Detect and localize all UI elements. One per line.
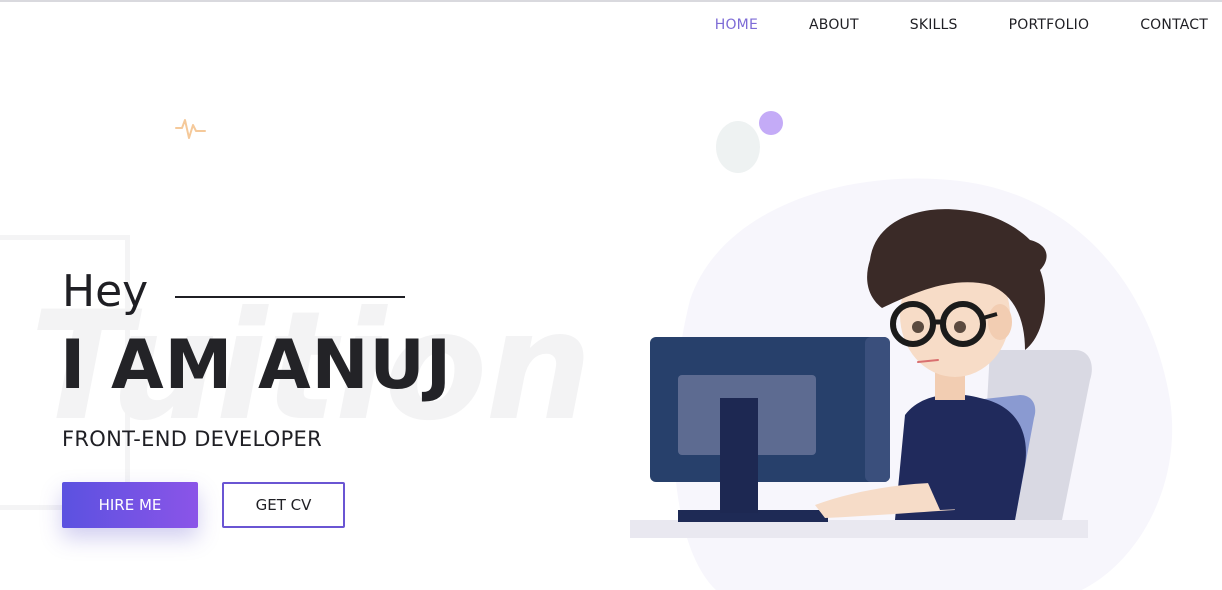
nav-skills[interactable]: SKILLS [910, 17, 958, 37]
nav-portfolio[interactable]: PORTFOLIO [1009, 17, 1090, 37]
main-nav: HOME ABOUT SKILLS PORTFOLIO CONTACT [715, 17, 1208, 37]
hire-me-button[interactable]: HIRE ME [62, 482, 198, 528]
get-cv-button[interactable]: GET CV [222, 482, 345, 528]
nav-home[interactable]: HOME [715, 17, 758, 37]
top-border [0, 0, 1222, 2]
nav-contact[interactable]: CONTACT [1140, 17, 1208, 37]
hero-name: I AM ANUJ [60, 326, 452, 405]
hero-role: FRONT-END DEVELOPER [62, 427, 322, 451]
greeting: Hey [62, 266, 149, 317]
decor-dot [759, 111, 783, 135]
nav-about[interactable]: ABOUT [809, 17, 859, 37]
developer-illustration [630, 209, 1092, 538]
pulse-icon [175, 119, 206, 139]
decor-ellipse [716, 121, 760, 173]
greeting-underline [175, 296, 405, 298]
